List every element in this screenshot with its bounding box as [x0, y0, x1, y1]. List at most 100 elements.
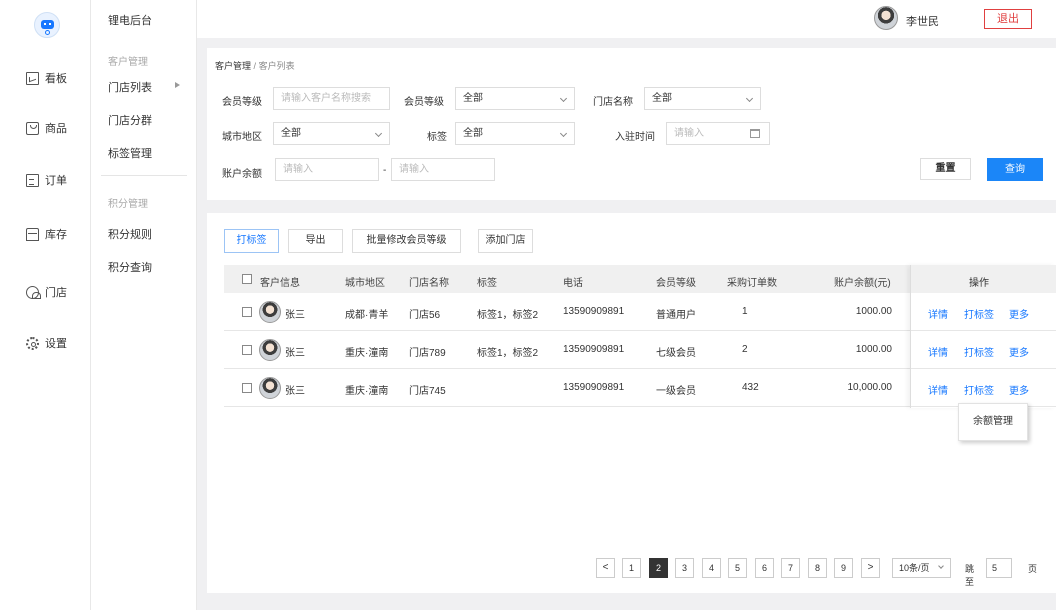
more-link[interactable]: 更多: [1009, 382, 1029, 397]
logout-button[interactable]: 退出: [984, 9, 1032, 29]
more-link[interactable]: 更多: [1009, 306, 1029, 321]
select-all-checkbox[interactable]: [242, 274, 252, 284]
row-checkbox[interactable]: [242, 383, 252, 393]
gear-icon: [26, 336, 39, 350]
chevron-down-icon: [559, 94, 568, 103]
nav-label: 看板: [45, 73, 67, 85]
ops-row: 详情 打标签 更多: [911, 369, 1056, 407]
city-select[interactable]: 全部: [273, 122, 390, 145]
export-button[interactable]: 导出: [288, 229, 343, 253]
cell-level: 七级会员: [656, 348, 696, 359]
next-page-button[interactable]: >: [861, 558, 880, 578]
cell-store: 门店745: [409, 386, 446, 397]
page-size-select[interactable]: 10条/页: [892, 558, 951, 578]
menu-group-points: 积分管理: [108, 199, 148, 210]
member-level-select[interactable]: 全部: [455, 87, 575, 110]
detail-link[interactable]: 详情: [928, 344, 948, 359]
breadcrumb: 客户管理 / 客户列表: [215, 59, 295, 72]
cell-orders: 432: [742, 382, 759, 393]
col-operations-label: 操作: [969, 278, 989, 289]
add-store-button[interactable]: 添加门店: [478, 229, 533, 253]
more-menu-balance-management[interactable]: 余额管理: [958, 403, 1028, 441]
reset-button[interactable]: 重置: [920, 158, 971, 180]
user-avatar[interactable]: [874, 6, 898, 30]
balance-max-input[interactable]: 请输入: [391, 158, 495, 181]
nav-item-orders[interactable]: 订单: [26, 172, 67, 188]
col-phone: 电话: [563, 278, 583, 289]
tag-value: 全部: [463, 128, 483, 139]
nav-item-settings[interactable]: 设置: [26, 335, 67, 351]
table-row[interactable]: 张三 重庆·潼南 门店745 13590909891 一级会员 432 10,0…: [224, 369, 914, 407]
tag-link[interactable]: 打标签: [964, 382, 994, 397]
query-button[interactable]: 查询: [987, 158, 1043, 181]
filter-label-balance: 账户余额: [222, 169, 262, 180]
menu-item-points-rules[interactable]: 积分规则: [108, 226, 152, 242]
cell-phone: 13590909891: [563, 344, 625, 355]
customer-search-input[interactable]: 请输入客户名称搜索: [273, 87, 390, 110]
table-row[interactable]: 张三 成都·青羊 门店56 标签1，标签2 13590909891 普通用户 1…: [224, 293, 914, 331]
col-operations: 操作: [911, 265, 1056, 293]
customer-avatar: [259, 301, 281, 323]
jump-label: 跳至: [965, 564, 975, 587]
batch-member-level-button[interactable]: 批量修改会员等级: [352, 229, 461, 253]
page-button[interactable]: 3: [675, 558, 694, 578]
filter-label-member-level: 会员等级: [404, 97, 444, 108]
menu-item-tag-management[interactable]: 标签管理: [108, 145, 152, 161]
username: 李世民: [906, 16, 939, 28]
detail-link[interactable]: 详情: [928, 306, 948, 321]
nav-item-inventory[interactable]: 库存: [26, 226, 67, 242]
chevron-down-icon: [745, 94, 754, 103]
row-checkbox[interactable]: [242, 307, 252, 317]
range-dash: -: [383, 165, 387, 176]
customer-avatar: [259, 339, 281, 361]
nav-label: 库存: [45, 229, 67, 241]
page-button[interactable]: 4: [702, 558, 721, 578]
filter-label-tag: 标签: [427, 132, 447, 143]
more-link[interactable]: 更多: [1009, 344, 1029, 359]
nav-label: 商品: [45, 123, 67, 135]
prev-page-button[interactable]: <: [596, 558, 615, 578]
tag-link[interactable]: 打标签: [964, 344, 994, 359]
page-button[interactable]: 7: [781, 558, 800, 578]
tag-button[interactable]: 打标签: [224, 229, 279, 253]
ops-row: 详情 打标签 更多: [911, 331, 1056, 369]
tag-link[interactable]: 打标签: [964, 306, 994, 321]
menu-item-points-query[interactable]: 积分查询: [108, 259, 152, 275]
store-name-select[interactable]: 全部: [644, 87, 761, 110]
page-button[interactable]: 9: [834, 558, 853, 578]
page-button[interactable]: 5: [728, 558, 747, 578]
menu-item-store-groups[interactable]: 门店分群: [108, 112, 152, 128]
filter-label-join-time: 入驻时间: [615, 132, 655, 143]
row-checkbox[interactable]: [242, 345, 252, 355]
nav-item-dashboard[interactable]: 看板: [26, 70, 67, 86]
top-header: 李世民 退出: [197, 0, 1056, 38]
cell-balance: 1000.00: [855, 344, 892, 355]
cell-name: 张三: [285, 348, 305, 359]
page-button[interactable]: 6: [755, 558, 774, 578]
jump-page-input[interactable]: 5: [986, 558, 1012, 578]
tag-select[interactable]: 全部: [455, 122, 575, 145]
join-time-placeholder: 请输入: [674, 128, 704, 139]
col-city: 城市地区: [345, 278, 385, 289]
join-time-picker[interactable]: 请输入: [666, 122, 770, 145]
cell-phone: 13590909891: [563, 382, 625, 393]
col-member-level: 会员等级: [656, 278, 696, 289]
cell-store: 门店56: [409, 310, 441, 321]
filter-label-city: 城市地区: [222, 132, 262, 143]
menu-item-store-list[interactable]: 门店列表: [108, 79, 152, 95]
cell-level: 普通用户: [656, 310, 696, 321]
table-row[interactable]: 张三 重庆·潼南 门店789 标签1，标签2 13590909891 七级会员 …: [224, 331, 914, 369]
chevron-down-icon: [938, 563, 944, 569]
page-button[interactable]: 1: [622, 558, 641, 578]
balance-min-input[interactable]: 请输入: [275, 158, 379, 181]
robot-logo-icon: [34, 12, 60, 38]
nav-item-goods[interactable]: 商品: [26, 120, 67, 136]
cell-orders: 1: [742, 306, 748, 317]
page-button[interactable]: 8: [808, 558, 827, 578]
app-brand: 锂电后台: [108, 15, 152, 27]
breadcrumb-parent[interactable]: 客户管理: [215, 61, 251, 71]
cell-city: 重庆·潼南: [345, 386, 389, 397]
nav-item-stores[interactable]: 门店: [26, 284, 67, 300]
detail-link[interactable]: 详情: [928, 382, 948, 397]
page-button-current[interactable]: 2: [649, 558, 668, 578]
